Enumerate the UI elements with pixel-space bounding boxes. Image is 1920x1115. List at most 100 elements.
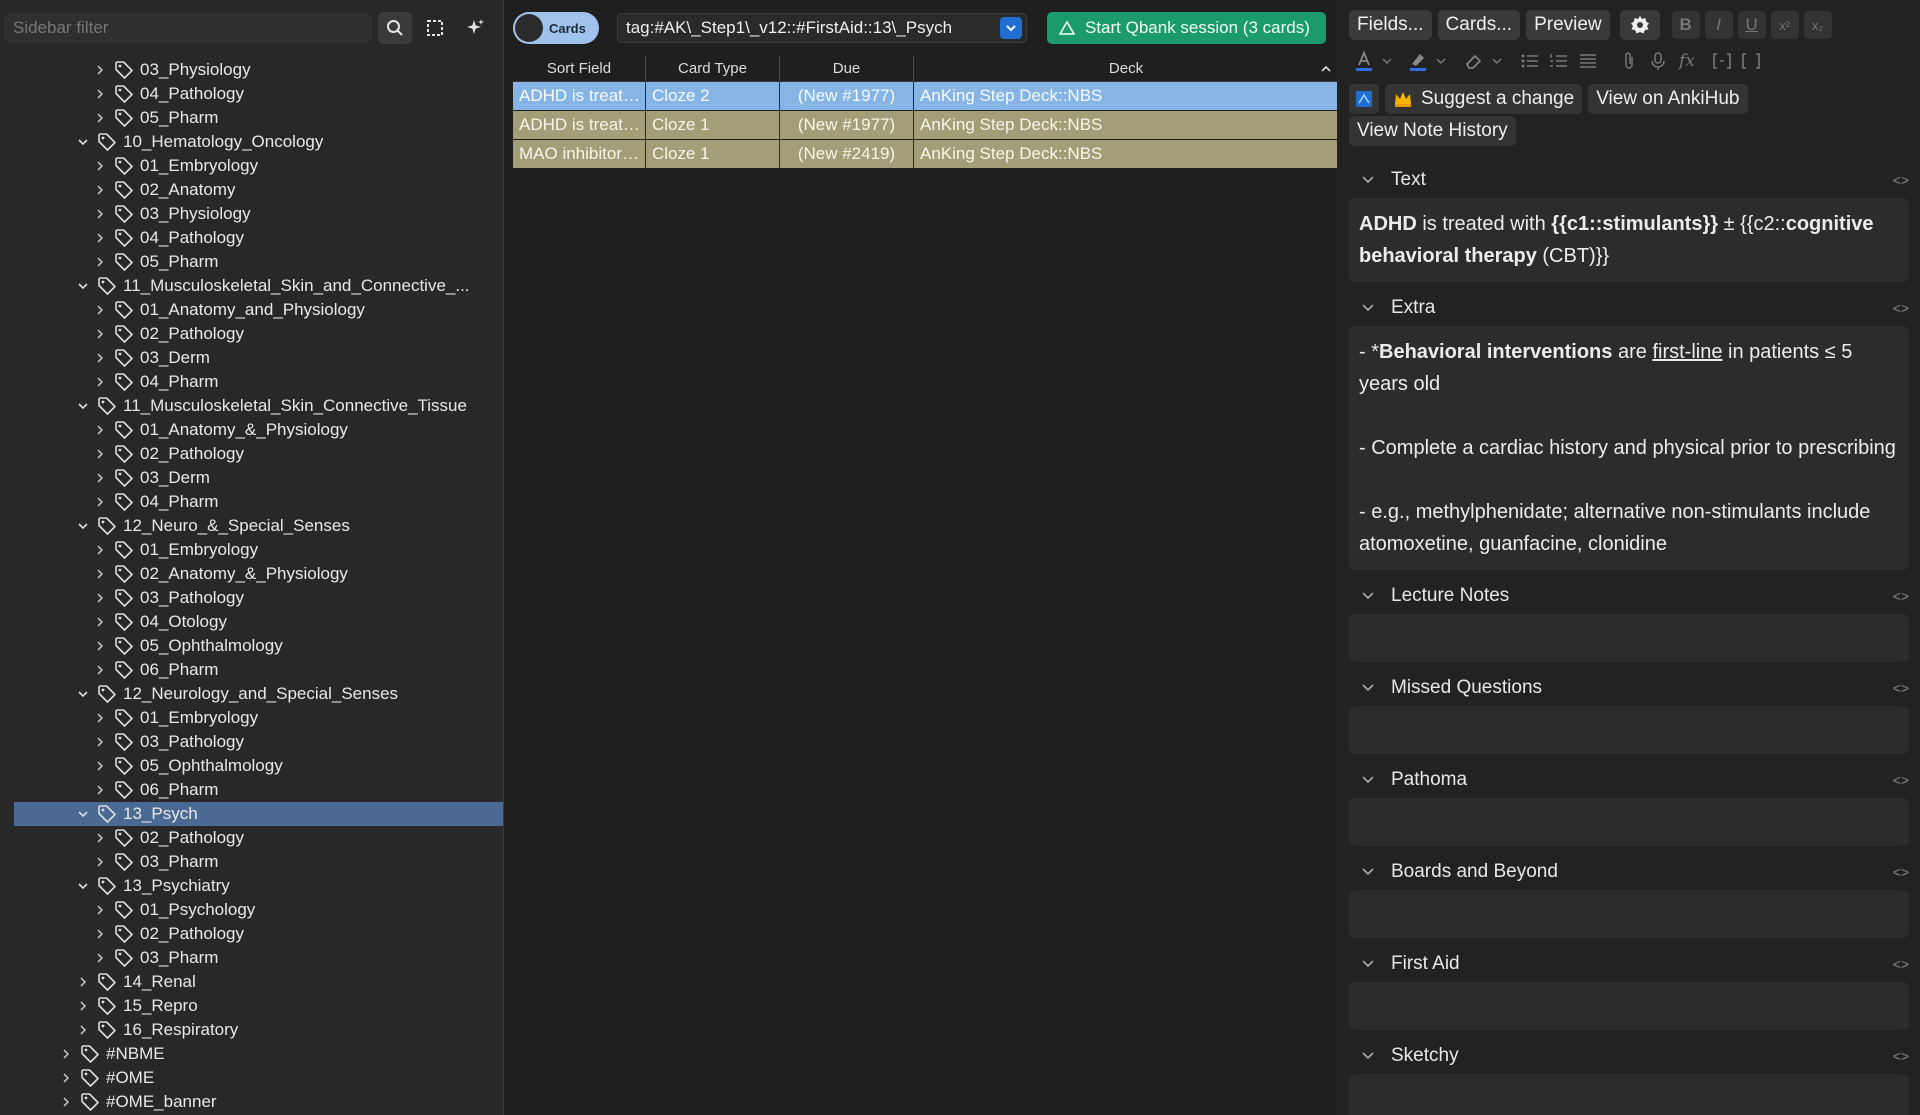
chevron-right-icon[interactable]	[92, 710, 108, 726]
sidebar-item[interactable]: 04_Pathology	[0, 226, 503, 250]
sidebar-item[interactable]: 01_Embryology	[0, 154, 503, 178]
chevron-down-icon[interactable]	[75, 398, 91, 414]
table-row[interactable]: ADHD is treat… Cloze 1 (New #1977) AnKing S…	[513, 111, 1338, 140]
sidebar-item[interactable]: 01_Psychology	[0, 898, 503, 922]
chevron-down-icon[interactable]	[75, 686, 91, 702]
chevron-right-icon[interactable]	[92, 662, 108, 678]
sidebar-item[interactable]: 13_Psych	[14, 802, 503, 826]
chevron-right-icon[interactable]	[75, 998, 91, 1014]
chevron-right-icon[interactable]	[92, 614, 108, 630]
view-on-ankihub-button[interactable]: View on AnkiHub	[1588, 84, 1748, 114]
field-input-boards-beyond[interactable]	[1349, 890, 1909, 938]
field-header-extra[interactable]: Extra <>	[1349, 290, 1919, 326]
sidebar-item[interactable]: 01_Embryology	[0, 706, 503, 730]
highlight-icon[interactable]	[1405, 48, 1431, 74]
chevron-down-icon[interactable]	[1361, 775, 1375, 785]
chevron-right-icon[interactable]	[75, 1022, 91, 1038]
sidebar-item[interactable]: 16_Respiratory	[0, 1018, 503, 1042]
chevron-right-icon[interactable]	[92, 590, 108, 606]
sidebar-item[interactable]: 02_Pathology	[0, 442, 503, 466]
chevron-down-icon[interactable]	[75, 878, 91, 894]
sidebar-item[interactable]: 01_Embryology	[0, 538, 503, 562]
chevron-right-icon[interactable]	[92, 86, 108, 102]
sparkle-icon[interactable]	[458, 12, 492, 44]
sidebar-item[interactable]: 03_Pharm	[0, 850, 503, 874]
column-header[interactable]: Sort Field	[513, 56, 646, 81]
sidebar-item[interactable]: 04_Otology	[0, 610, 503, 634]
chevron-right-icon[interactable]	[92, 734, 108, 750]
sidebar-item[interactable]: 13_Psychiatry	[0, 874, 503, 898]
table-row[interactable]: MAO inhibitor… Cloze 1 (New #2419) AnKing S…	[513, 140, 1338, 169]
chevron-right-icon[interactable]	[92, 230, 108, 246]
sidebar-item[interactable]: 04_Pharm	[0, 490, 503, 514]
chevron-down-icon[interactable]	[1361, 867, 1375, 877]
sidebar-item[interactable]: 02_Anatomy_&_Physiology	[0, 562, 503, 586]
sidebar-item[interactable]: 11_Musculoskeletal_Skin_Connective_Tissu…	[0, 394, 503, 418]
sidebar-item[interactable]: 02_Pathology	[0, 322, 503, 346]
field-input-first-aid[interactable]	[1349, 982, 1909, 1030]
field-header-lecture-notes[interactable]: Lecture Notes <>	[1349, 578, 1919, 614]
sidebar-item[interactable]: 12_Neurology_and_Special_Senses	[0, 682, 503, 706]
sidebar-item[interactable]: 14_Renal	[0, 970, 503, 994]
sidebar-item[interactable]: #OME_banner	[0, 1090, 503, 1114]
sidebar-item[interactable]: 05_Pharm	[0, 106, 503, 130]
field-header-text[interactable]: Text <>	[1349, 162, 1919, 198]
sidebar-item[interactable]: 11_Musculoskeletal_Skin_and_Connective_.…	[0, 274, 503, 298]
sidebar-item[interactable]: 03_Pathology	[0, 586, 503, 610]
ankihub-logo-icon[interactable]	[1349, 84, 1379, 114]
start-qbank-button[interactable]: Start Qbank session (3 cards)	[1047, 12, 1326, 44]
cloze-same-icon[interactable]	[1738, 48, 1764, 74]
chevron-right-icon[interactable]	[92, 542, 108, 558]
gear-icon[interactable]	[1619, 10, 1660, 40]
html-editor-toggle-icon[interactable]: <>	[1893, 956, 1909, 972]
chevron-down-icon[interactable]	[1361, 1051, 1375, 1061]
chevron-down-icon[interactable]	[1000, 17, 1022, 39]
chevron-down-icon[interactable]	[75, 806, 91, 822]
chevron-right-icon[interactable]	[92, 566, 108, 582]
chevron-right-icon[interactable]	[92, 638, 108, 654]
sidebar-item[interactable]: 02_Anatomy	[0, 178, 503, 202]
italic-button[interactable]: I	[1704, 11, 1733, 39]
text-color-icon[interactable]	[1351, 48, 1377, 74]
bullet-list-icon[interactable]	[1517, 48, 1543, 74]
chevron-down-icon[interactable]	[1361, 303, 1375, 313]
underline-button[interactable]: U	[1737, 11, 1766, 39]
align-icon[interactable]	[1575, 48, 1601, 74]
chevron-right-icon[interactable]	[92, 830, 108, 846]
chevron-down-icon[interactable]	[75, 134, 91, 150]
sidebar-item[interactable]: 05_Ophthalmology	[0, 754, 503, 778]
bold-button[interactable]: B	[1671, 11, 1700, 39]
chevron-right-icon[interactable]	[92, 110, 108, 126]
chevron-right-icon[interactable]	[92, 758, 108, 774]
field-input-lecture-notes[interactable]	[1349, 614, 1909, 662]
chevron-right-icon[interactable]	[92, 206, 108, 222]
chevron-right-icon[interactable]	[58, 1094, 74, 1110]
chevron-right-icon[interactable]	[92, 350, 108, 366]
field-header-sketchy[interactable]: Sketchy <>	[1349, 1038, 1919, 1074]
fields-button[interactable]: Fields...	[1349, 10, 1432, 40]
field-input-pathoma[interactable]	[1349, 798, 1909, 846]
sidebar-item[interactable]: 03_Derm	[0, 466, 503, 490]
chevron-right-icon[interactable]	[75, 974, 91, 990]
sidebar-item[interactable]: 03_Derm	[0, 346, 503, 370]
column-header[interactable]: Card Type	[646, 56, 780, 81]
field-input-text[interactable]: ADHD is treated with {{c1::stimulants}} …	[1349, 198, 1909, 282]
search-input[interactable]	[626, 18, 1000, 38]
sidebar-item[interactable]: 03_Physiology	[0, 202, 503, 226]
cards-notes-toggle[interactable]: Cards	[513, 12, 599, 44]
subscript-button[interactable]: x₂	[1803, 11, 1832, 39]
preview-button[interactable]: Preview	[1526, 10, 1610, 40]
sidebar-item[interactable]: 01_Anatomy_and_Physiology	[0, 298, 503, 322]
chevron-right-icon[interactable]	[58, 1070, 74, 1086]
sidebar-item[interactable]: #NBME	[0, 1042, 503, 1066]
chevron-right-icon[interactable]	[92, 446, 108, 462]
chevron-down-icon[interactable]	[1434, 48, 1448, 74]
html-editor-toggle-icon[interactable]: <>	[1893, 680, 1909, 696]
chevron-right-icon[interactable]	[92, 62, 108, 78]
column-header-deck[interactable]: Deck	[914, 56, 1338, 81]
chevron-down-icon[interactable]	[1361, 959, 1375, 969]
view-note-history-button[interactable]: View Note History	[1349, 116, 1516, 146]
sidebar-item[interactable]: 01_Anatomy_&_Physiology	[0, 418, 503, 442]
paperclip-icon[interactable]	[1616, 48, 1642, 74]
sidebar-item[interactable]: 03_Pharm	[0, 946, 503, 970]
